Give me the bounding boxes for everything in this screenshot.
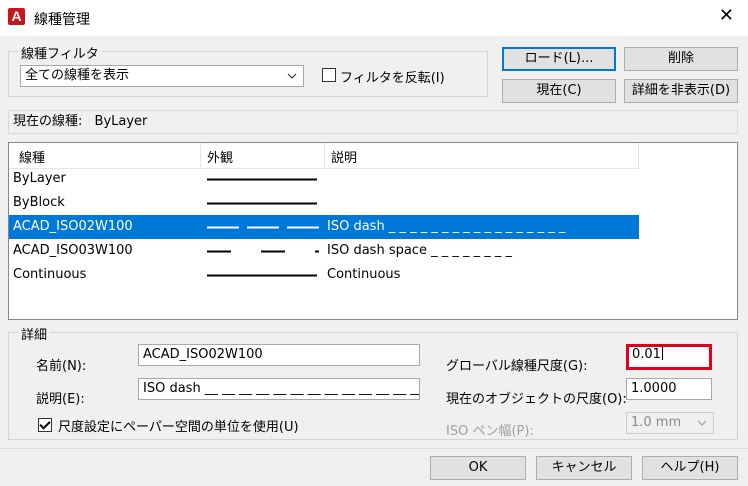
linetype-preview	[207, 202, 317, 205]
iso-pen-width-label: ISO ペン幅(P):	[446, 424, 534, 439]
linetype-description: ISO dash space _ _ _ _ _ _ _ _	[327, 243, 513, 258]
set-current-button[interactable]: 現在(C)	[502, 79, 616, 103]
global-scale-value: 0.01	[632, 347, 661, 362]
linetype-name: ACAD_ISO03W100	[13, 243, 133, 258]
linetype-list[interactable]: 線種 外観 説明 ByLayer ByBlock ACAD_ISO02W100 …	[8, 142, 738, 320]
iso-pen-width-dropdown[interactable]: 1.0 mm	[626, 412, 714, 434]
window-title: 線種管理	[34, 12, 90, 28]
column-separator[interactable]	[200, 143, 201, 169]
iso-pen-width-value: 1.0 mm	[631, 415, 682, 430]
delete-button[interactable]: 削除	[624, 47, 738, 71]
chevron-down-icon	[287, 73, 297, 79]
object-scale-label: 現在のオブジェクトの尺度(O):	[446, 392, 627, 407]
close-icon[interactable]: ✕	[719, 6, 734, 26]
table-row[interactable]: Continuous Continuous	[9, 263, 639, 287]
linetype-name: ByLayer	[13, 171, 66, 186]
column-header-description[interactable]: 説明	[331, 147, 357, 166]
column-separator[interactable]	[638, 143, 639, 169]
column-header-linetype[interactable]: 線種	[19, 147, 45, 166]
table-row[interactable]: ByBlock	[9, 191, 639, 215]
chevron-down-icon	[697, 420, 707, 426]
linetype-name: ACAD_ISO02W100	[13, 219, 133, 234]
table-row[interactable]: ByLayer	[9, 167, 639, 191]
current-linetype-label: 現在の線種:	[13, 114, 83, 129]
linetype-preview	[207, 178, 317, 181]
linetype-filter-dropdown[interactable]: 全ての線種を表示	[20, 65, 304, 87]
title-bar: A 線種管理 ✕	[0, 0, 748, 36]
current-linetype-value: ByLayer	[94, 114, 148, 129]
current-linetype-bar: 現在の線種: ByLayer	[8, 110, 738, 134]
details-group-label: 詳細	[18, 324, 51, 343]
description-field[interactable]: ISO dash __ __ __ __ __ __ __ __ __ __ _…	[138, 378, 420, 400]
cancel-button[interactable]: キャンセル	[536, 456, 632, 480]
text-caret	[661, 347, 663, 360]
linetype-filter-value: 全ての線種を表示	[25, 68, 130, 83]
load-button[interactable]: ロード(L)...	[502, 47, 616, 71]
description-label: 説明(E):	[36, 392, 85, 407]
paper-space-units-label: 尺度設定にペーパー空間の単位を使用(U)	[58, 420, 299, 435]
filter-group-label: 線種フィルタ	[18, 43, 102, 62]
invert-filter-label: フィルタを反転(I)	[340, 71, 445, 86]
column-header-appearance[interactable]: 外観	[207, 147, 233, 166]
linetype-preview	[207, 226, 319, 229]
hide-details-button[interactable]: 詳細を非表示(D)	[624, 79, 738, 103]
list-header: 線種 外観 説明	[9, 143, 639, 169]
invert-filter-checkbox[interactable]	[322, 68, 336, 82]
name-field[interactable]: ACAD_ISO02W100	[138, 344, 420, 366]
ok-button[interactable]: OK	[430, 456, 526, 480]
global-scale-field[interactable]: 0.01	[626, 344, 712, 370]
object-scale-field[interactable]: 1.0000	[626, 378, 712, 400]
name-label: 名前(N):	[36, 359, 87, 374]
linetype-description: Continuous	[327, 267, 401, 282]
global-scale-label: グローバル線種尺度(G):	[446, 359, 588, 374]
table-row[interactable]: ACAD_ISO03W100 ISO dash space _ _ _ _ _ …	[9, 239, 639, 263]
footer-divider	[0, 448, 748, 449]
linetype-preview	[207, 250, 319, 253]
table-row[interactable]: ACAD_ISO02W100 ISO dash _ _ _ _ _ _ _ _ …	[9, 215, 639, 239]
linetype-name: ByBlock	[13, 195, 65, 210]
linetype-description: ISO dash _ _ _ _ _ _ _ _ _ _ _ _ _ _ _ _…	[327, 219, 566, 234]
column-separator[interactable]	[324, 143, 325, 169]
autocad-app-icon: A	[8, 8, 25, 25]
linetype-preview	[207, 274, 317, 277]
help-button[interactable]: ヘルプ(H)	[642, 456, 738, 480]
linetype-name: Continuous	[13, 267, 87, 282]
paper-space-units-checkbox[interactable]	[38, 418, 52, 432]
